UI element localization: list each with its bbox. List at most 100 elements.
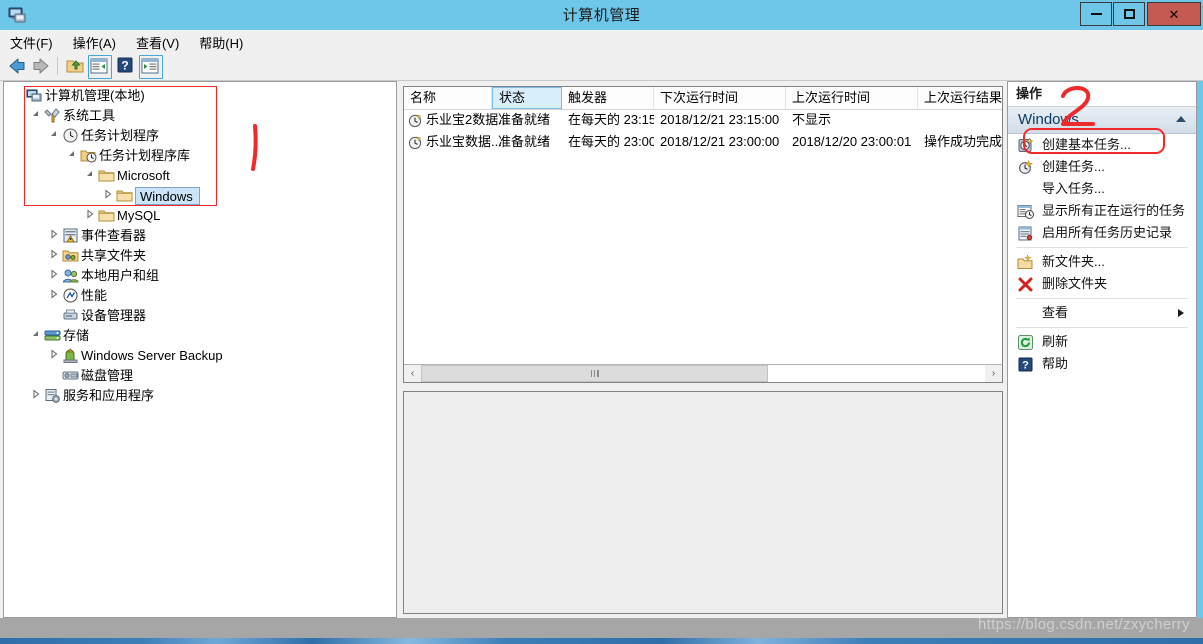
- action-item-0[interactable]: 创建基本任务...: [1008, 134, 1196, 156]
- tree-item-[interactable]: 服务和应用程序: [4, 386, 396, 406]
- tree-item-[interactable]: 系统工具: [4, 106, 396, 126]
- tree-item-[interactable]: 设备管理器: [4, 306, 396, 326]
- window-title: 计算机管理: [562, 7, 641, 24]
- forward-icon[interactable]: [30, 55, 52, 77]
- tree-expander-expanded-icon[interactable]: [48, 126, 60, 146]
- main-body: 计算机管理(本地) 系统工具 任务计划程序 任务计划程序库 Microsoft Windo…: [0, 81, 1203, 618]
- task-row[interactable]: 乐业宝数据... 准备就绪 在每天的 23:00 2018/12/21 23:00:0…: [404, 131, 1002, 153]
- tree-item-[interactable]: 共享文件夹: [4, 246, 396, 266]
- tree-expander-collapsed-icon[interactable]: [48, 226, 60, 246]
- tree-item-label: 任务计划程序: [81, 128, 160, 143]
- tree-expander-collapsed-icon[interactable]: [48, 266, 60, 286]
- refresh-icon: [1017, 334, 1034, 351]
- tree-item-[interactable]: 磁盘管理: [4, 366, 396, 386]
- action-item-5[interactable]: 新文件夹...: [1008, 251, 1196, 273]
- tree-expander-expanded-icon[interactable]: [84, 166, 96, 186]
- column-header-2[interactable]: 触发器: [562, 87, 654, 109]
- maximize-button[interactable]: [1113, 2, 1145, 26]
- tree-item-[interactable]: 任务计划程序: [4, 126, 396, 147]
- action-item-label: 刷新: [1042, 334, 1069, 349]
- column-header-4[interactable]: 上次运行时间: [786, 87, 918, 109]
- actions-group-windows[interactable]: Windows: [1008, 107, 1196, 134]
- actions-item-list: 创建基本任务... 创建任务... 导入任务... 显示所有正在运行的任务启用所有任务…: [1008, 134, 1196, 375]
- tree-expander-collapsed-icon[interactable]: [48, 246, 60, 266]
- tree-item-[interactable]: 事件查看器: [4, 226, 396, 246]
- column-header-3[interactable]: 下次运行时间: [654, 87, 786, 109]
- action-item-9[interactable]: ? 帮助: [1008, 353, 1196, 375]
- task-clock-icon: [408, 135, 422, 150]
- column-header-1[interactable]: 状态: [492, 87, 562, 109]
- users-groups-icon: [62, 267, 79, 287]
- task-row[interactable]: 乐业宝2数据... 准备就绪 在每天的 23:15 2018/12/21 23:15:…: [404, 109, 1002, 131]
- show-hide-action-pane-icon[interactable]: [139, 55, 163, 79]
- actions-pane: 操作 Windows 创建基本任务... 创建任务... 导入任务... 显示所有正在…: [1007, 81, 1197, 618]
- up-folder-icon[interactable]: [64, 55, 86, 77]
- folder-icon: [98, 167, 115, 187]
- tree-expander-expanded-icon[interactable]: [66, 146, 78, 166]
- action-item-label: 帮助: [1042, 356, 1069, 371]
- action-item-2[interactable]: 导入任务...: [1008, 178, 1196, 200]
- svg-text:?: ?: [121, 59, 128, 73]
- scrollbar-grip-icon: [590, 370, 599, 377]
- tree-item-mysql[interactable]: MySQL: [4, 206, 396, 227]
- column-header-0[interactable]: 名称: [404, 87, 492, 109]
- submenu-arrow-icon[interactable]: [1178, 309, 1184, 317]
- tree-item-windows[interactable]: Windows: [4, 186, 396, 206]
- action-item-8[interactable]: 刷新: [1008, 331, 1196, 353]
- scrollbar-thumb[interactable]: [421, 365, 768, 382]
- help-blue-icon: ?: [1017, 356, 1034, 373]
- tree-item-label: 设备管理器: [81, 308, 147, 323]
- action-item-7[interactable]: 查看: [1008, 302, 1196, 324]
- scrollbar-track[interactable]: [421, 365, 985, 382]
- task-cell-status: 准备就绪: [498, 112, 551, 127]
- tree-item-[interactable]: 任务计划程序库: [4, 146, 396, 166]
- actions-group-label: Windows: [1018, 111, 1079, 128]
- chevron-up-icon[interactable]: [1176, 116, 1186, 122]
- close-button[interactable]: ✕: [1147, 2, 1201, 26]
- tree-item-label: 存储: [63, 328, 90, 343]
- tree-item-[interactable]: 性能: [4, 286, 396, 306]
- tree-item-label: 本地用户和组: [81, 268, 160, 283]
- task-clock-icon: [408, 113, 422, 128]
- task-cell-next_run: 2018/12/21 23:15:00: [660, 112, 780, 127]
- back-icon[interactable]: [6, 55, 28, 77]
- folder-icon: [98, 207, 115, 227]
- minimize-button[interactable]: [1080, 2, 1112, 26]
- create-basic-task-icon: [1017, 137, 1034, 154]
- help-icon[interactable]: ?: [115, 55, 137, 77]
- tree-expander-collapsed-icon[interactable]: [102, 186, 114, 206]
- action-item-6[interactable]: 删除文件夹: [1008, 273, 1196, 295]
- column-header-5[interactable]: 上次运行结果: [918, 87, 1002, 109]
- tree-item-[interactable]: 存储: [4, 326, 396, 347]
- action-item-4[interactable]: 启用所有任务历史记录: [1008, 222, 1196, 244]
- show-hide-tree-icon[interactable]: [88, 55, 112, 79]
- action-item-label: 启用所有任务历史记录: [1042, 225, 1173, 240]
- tree-item-label: 计算机管理(本地): [45, 88, 145, 103]
- tree-item-windows-server-backup[interactable]: Windows Server Backup: [4, 346, 396, 366]
- storage-icon: [44, 327, 61, 347]
- action-item-3[interactable]: 显示所有正在运行的任务: [1008, 200, 1196, 222]
- create-task-icon: [1017, 159, 1034, 176]
- tree-item-[interactable]: 计算机管理(本地): [4, 86, 396, 106]
- horizontal-scrollbar[interactable]: ‹ ›: [404, 364, 1002, 382]
- tree-expander-collapsed-icon[interactable]: [30, 386, 42, 406]
- tree-expander-collapsed-icon[interactable]: [48, 286, 60, 306]
- action-item-1[interactable]: 创建任务...: [1008, 156, 1196, 178]
- tree-expander-collapsed-icon[interactable]: [84, 206, 96, 226]
- tree-item-[interactable]: 本地用户和组: [4, 266, 396, 287]
- tree-expander-collapsed-icon[interactable]: [48, 346, 60, 366]
- tree-item-label: 共享文件夹: [81, 248, 147, 263]
- action-item-label: 创建基本任务...: [1042, 137, 1131, 152]
- action-item-label: 删除文件夹: [1042, 276, 1108, 291]
- scroll-right-arrow-icon[interactable]: ›: [985, 365, 1002, 382]
- scroll-left-arrow-icon[interactable]: ‹: [404, 365, 421, 382]
- tree-expander-expanded-icon[interactable]: [30, 106, 42, 126]
- tree-item-label: 系统工具: [63, 108, 116, 123]
- console-tree: 计算机管理(本地) 系统工具 任务计划程序 任务计划程序库 Microsoft Windo…: [4, 86, 396, 406]
- task-cell-last_result: [924, 109, 1002, 131]
- clock-icon: [62, 127, 79, 147]
- tree-item-microsoft[interactable]: Microsoft: [4, 166, 396, 187]
- task-cell-status: 准备就绪: [498, 134, 551, 149]
- status-bar: [0, 618, 1203, 638]
- tree-expander-expanded-icon[interactable]: [30, 326, 42, 346]
